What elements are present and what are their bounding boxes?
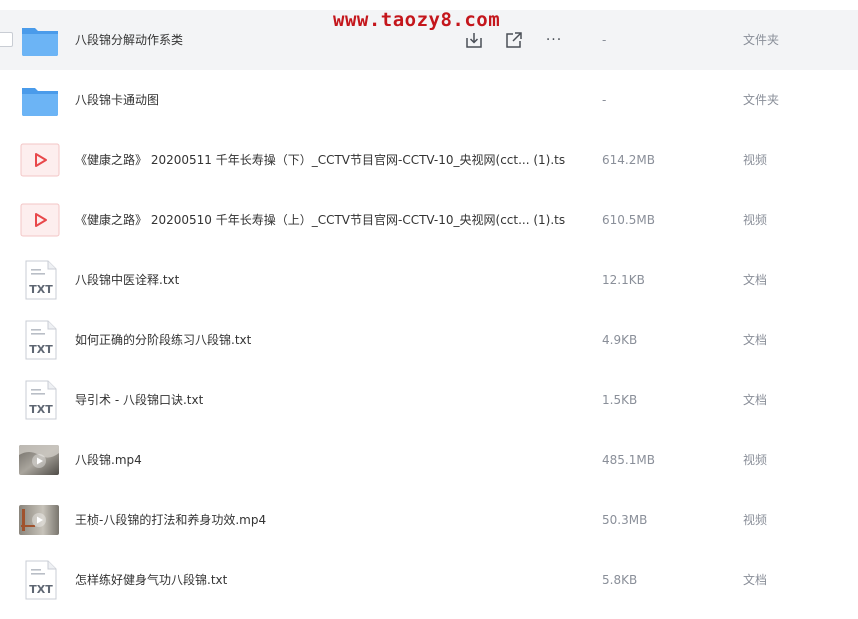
file-row[interactable]: TXT 导引术 - 八段锦口诀.txt 1.5KB 文档 [0, 370, 858, 430]
file-row[interactable]: 《健康之路》 20200510 千年长寿操（上）_CCTV节目官网-CCTV-1… [0, 190, 858, 250]
watermark-text: www.taozy8.com [333, 9, 501, 31]
file-type: 文件夹 [743, 93, 780, 107]
file-type: 文档 [743, 273, 768, 287]
file-name[interactable]: 八段锦中医诠释.txt [75, 250, 179, 310]
file-size: 4.9KB [602, 333, 638, 347]
file-name[interactable]: 如何正确的分阶段练习八段锦.txt [75, 310, 251, 370]
file-row[interactable]: TXT 怎样练好健身气功八段锦.txt 5.8KB 文档 [0, 550, 858, 610]
mp4-thumbnail-icon [19, 445, 59, 475]
txt-icon: TXT [20, 560, 60, 600]
folder-icon [20, 20, 60, 60]
share-icon[interactable] [502, 28, 526, 52]
txt-icon: TXT [20, 320, 60, 360]
svg-text:TXT: TXT [29, 583, 53, 596]
txt-icon: TXT [20, 260, 60, 300]
file-type: 视频 [743, 453, 768, 467]
file-type: 文档 [743, 393, 768, 407]
svg-text:TXT: TXT [29, 343, 53, 356]
file-type: 文档 [743, 333, 768, 347]
file-name[interactable]: 王桢-八段锦的打法和养身功效.mp4 [75, 490, 266, 550]
file-type: 文件夹 [743, 33, 780, 47]
file-size: 12.1KB [602, 273, 645, 287]
file-row[interactable]: 八段锦.mp4 485.1MB 视频 [0, 430, 858, 490]
file-name[interactable]: 《健康之路》 20200510 千年长寿操（上）_CCTV节目官网-CCTV-1… [75, 190, 565, 250]
file-size: - [602, 93, 607, 107]
file-name[interactable]: 八段锦.mp4 [75, 430, 142, 490]
file-name[interactable]: 导引术 - 八段锦口诀.txt [75, 370, 203, 430]
svg-text:TXT: TXT [29, 283, 53, 296]
file-name[interactable]: 《健康之路》 20200511 千年长寿操（下）_CCTV节目官网-CCTV-1… [75, 130, 565, 190]
svg-text:TXT: TXT [29, 403, 53, 416]
file-row[interactable]: TXT 如何正确的分阶段练习八段锦.txt 4.9KB 文档 [0, 310, 858, 370]
file-size: 610.5MB [602, 213, 655, 227]
file-type: 视频 [743, 213, 768, 227]
file-type: 视频 [743, 153, 768, 167]
file-size: 1.5KB [602, 393, 638, 407]
more-icon[interactable]: ··· [542, 28, 566, 52]
file-row[interactable]: TXT 八段锦中医诠释.txt 12.1KB 文档 [0, 250, 858, 310]
file-size: - [602, 33, 607, 47]
file-name[interactable]: 八段锦卡通动图 [75, 70, 159, 130]
video-icon [20, 140, 60, 180]
file-size: 5.8KB [602, 573, 638, 587]
file-size: 50.3MB [602, 513, 648, 527]
txt-icon: TXT [20, 380, 60, 420]
file-name[interactable]: 怎样练好健身气功八段锦.txt [75, 550, 227, 610]
mp4-thumbnail-icon [19, 505, 59, 535]
file-type: 视频 [743, 513, 768, 527]
folder-icon [20, 80, 60, 120]
row-checkbox[interactable] [0, 32, 13, 47]
file-size: 485.1MB [602, 453, 655, 467]
file-row[interactable]: 王桢-八段锦的打法和养身功效.mp4 50.3MB 视频 [0, 490, 858, 550]
file-type: 文档 [743, 573, 768, 587]
file-name[interactable]: 八段锦分解动作系类 [75, 10, 183, 70]
file-row[interactable]: 八段锦卡通动图 - 文件夹 [0, 70, 858, 130]
file-list: 八段锦分解动作系类 ··· - 文件夹 八段锦卡通动图 - 文件夹 《健康之路》… [0, 10, 858, 610]
file-size: 614.2MB [602, 153, 655, 167]
download-icon[interactable] [462, 28, 486, 52]
video-icon [20, 200, 60, 240]
file-row[interactable]: 《健康之路》 20200511 千年长寿操（下）_CCTV节目官网-CCTV-1… [0, 130, 858, 190]
